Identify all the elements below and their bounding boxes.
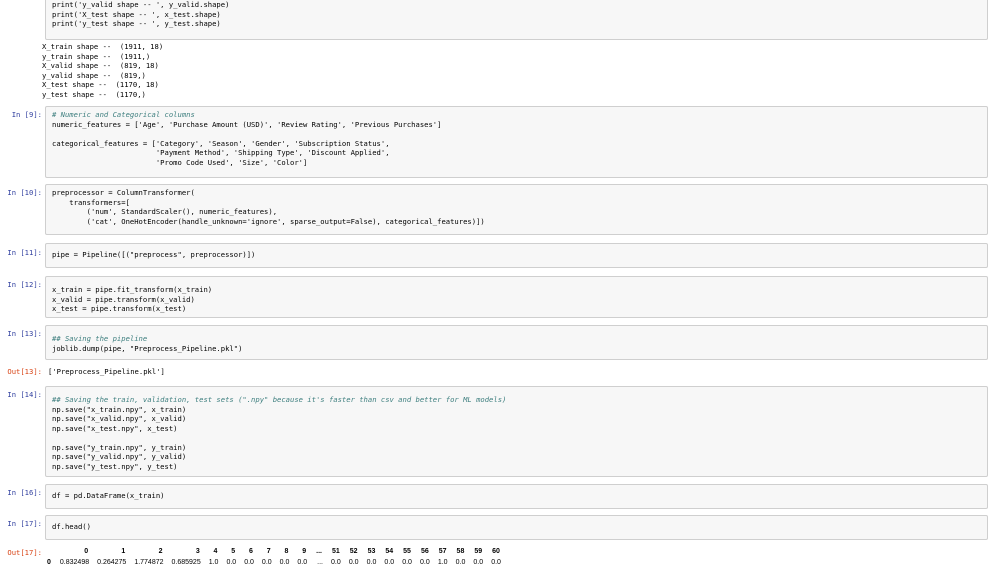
cell-prompt-14: In [14]: [7,390,42,399]
code-cell-14[interactable]: ## Saving the train, validation, test se… [45,386,988,477]
cell-prompt-13: In [13]: [7,329,42,338]
dataframe-cell: 0.0 [402,559,412,566]
dataframe-cell: 0.0 [491,559,501,566]
code-line: 'Payment Method', 'Shipping Type', 'Disc… [52,148,390,157]
dataframe-cell: 0.0 [331,559,341,566]
code-line: transformers=[ [52,197,130,207]
dataframe-cell: 0.0 [261,559,272,566]
dataframe-cell: 0.0 [279,559,290,566]
cell-prompt-16: In [16]: [7,488,42,497]
dataframe-cell: 0.685925 [171,559,201,566]
dataframe-header-row: 0 1 2 3 4 5 6 7 8 9... 51 52 53 54 55 56 57 58 59 60 [42,546,505,557]
code-line: x_train = pipe.fit_transform(x_train) [52,285,213,294]
code-line: print('X_test shape -- ', x_test.shape) [52,9,221,19]
code-cell-12[interactable]: x_train = pipe.fit_transform(x_train) x_… [45,276,988,318]
code-line: np.save("x_test.npy", x_test) [52,423,178,433]
out-prompt-17: Out[17]: [7,548,42,557]
code-line: np.save("x_valid.npy", x_valid) [52,414,187,423]
cell-prompt-12: In [12]: [7,280,42,289]
dataframe-column-header: 56 [420,548,429,555]
dataframe-column-header: 54 [385,548,394,555]
code-comment: ## Saving the pipeline [52,334,148,343]
dataframe-column-header: 3 [195,548,200,555]
out-prompt-13: Out[13]: [7,367,42,376]
code-line: df.head() [52,522,91,531]
dataframe-cell: 0.0 [297,559,308,566]
dataframe-cell: 0.0 [420,559,430,566]
dataframe-column-header: 55 [403,548,411,555]
dataframe-cell: ... [317,559,323,566]
code-line: categorical_features = ['Category', 'Sea… [52,138,390,148]
dataframe-column-header: 5 [231,548,236,555]
dataframe-column-header: 53 [367,548,376,555]
dataframe-column-header [42,546,56,557]
dataframe-column-header: 9 [302,548,307,555]
dataframe-column-header: 2 [158,548,163,555]
table-row: 0 0.832498 0.264275 1.774872 0.685925 1.0 0.0 0… [42,557,505,568]
code-cell-17[interactable]: df.head() [45,515,988,540]
code-line: np.save("y_test.npy", y_test) [52,461,178,471]
shapes-output: X_train shape -- (1911, 18) y_train shap… [42,42,164,99]
dataframe-column-header: 0 [84,548,89,555]
code-line: ('cat', OneHotEncoder(handle_unknown='ig… [52,216,485,226]
code-line: 'Promo Code Used', 'Size', 'Color'] [52,157,308,167]
dataframe-cell: 0.0 [455,559,466,566]
dataframe-column-header: 1 [121,548,126,555]
code-comment: ## Saving the train, validation, test se… [52,395,507,404]
code-line: np.save("x_train.npy", x_train) [52,404,187,414]
dataframe-cell: 0.0 [244,559,254,566]
code-cell-11[interactable]: pipe = Pipeline([("preprocess", preproce… [45,243,988,268]
dataframe-cell: 0.832498 [59,559,90,566]
dataframe-column-header: 59 [474,548,483,555]
code-line: df = pd.DataFrame(x_train) [52,491,165,500]
dataframe-cell: 0.0 [348,559,359,566]
code-cell-9[interactable]: # Numeric and Categorical columns numeri… [45,106,988,178]
code-line: np.save("y_train.npy", y_train) [52,442,187,452]
dataframe-cell: 1.0 [208,559,219,566]
code-cell-16[interactable]: df = pd.DataFrame(x_train) [45,484,988,509]
dataframe-cell: 0.0 [366,559,377,566]
code-cell-print-shapes[interactable]: print('y_valid shape -- ', y_valid.shape… [45,0,988,40]
dataframe-column-header: 60 [492,548,500,555]
dataframe-cell: 1.774872 [134,559,164,566]
code-comment: # Numeric and Categorical columns [52,110,195,119]
cell-prompt-11: In [11]: [7,248,42,257]
code-line: x_valid = pipe.transform(x_valid) [52,294,195,304]
code-line: print('y_valid shape -- ', y_valid.shape… [52,0,230,9]
dataframe-cell: 0.264275 [97,559,127,566]
dataframe-cell: 1.0 [437,559,448,566]
pipeline-output: ['Preprocess_Pipeline.pkl'] [48,367,165,376]
code-cell-10[interactable]: preprocessor = ColumnTransformer( transf… [45,184,988,235]
dataframe-cell: 0.0 [384,559,395,566]
dataframe-column-header: 58 [456,548,465,555]
code-line: numeric_features = ['Age', 'Purchase Amo… [52,119,442,129]
dataframe-cell: 0.0 [226,559,237,566]
code-line: np.save("y_valid.npy", y_valid) [52,452,187,461]
dataframe-column-header: 8 [284,548,289,555]
code-line: print('y_test shape -- ', y_test.shape) [52,19,221,28]
dataframe-column-header: 57 [438,548,447,555]
cell-prompt-10: In [10]: [7,188,42,197]
dataframe-column-header: 7 [266,548,271,555]
dataframe-column-header: 52 [349,548,358,555]
dataframe-table: 0 1 2 3 4 5 6 7 8 9... 51 52 53 54 55 56 57 58 59 60 0 0.832… [42,546,505,568]
code-line: x_test = pipe.transform(x_test) [52,304,187,313]
dataframe-column-header: 51 [331,548,340,555]
dataframe-column-header: 6 [249,548,253,555]
dataframe-row-index: 0 [47,559,51,566]
dataframe-column-header: ... [316,548,322,555]
cell-prompt-9: In [9]: [11,110,42,119]
code-line: preprocessor = ColumnTransformer( [52,188,195,197]
code-cell-13[interactable]: ## Saving the pipeline joblib.dump(pipe,… [45,325,988,360]
code-line: pipe = Pipeline([("preprocess", preproce… [52,250,256,259]
dataframe-column-header: 4 [213,548,218,555]
code-line: ('num', StandardScaler(), numeric_featur… [52,207,278,216]
cell-prompt-17: In [17]: [7,519,42,528]
code-line: joblib.dump(pipe, "Preprocess_Pipeline.p… [52,343,243,353]
dataframe-cell: 0.0 [473,559,484,566]
